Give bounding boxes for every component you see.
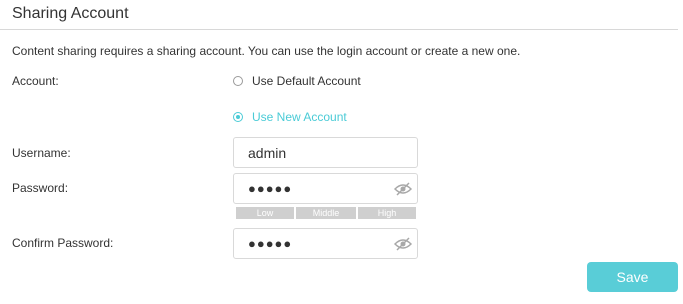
section-title: Sharing Account bbox=[12, 5, 129, 22]
eye-slash-icon[interactable] bbox=[393, 179, 413, 199]
radio-use-new-account[interactable]: Use New Account bbox=[233, 110, 347, 124]
radio-label-default: Use Default Account bbox=[252, 74, 361, 88]
radio-label-new: Use New Account bbox=[252, 110, 347, 124]
strength-middle: Middle bbox=[296, 207, 356, 219]
confirm-password-input[interactable]: ●●●●● bbox=[233, 228, 418, 259]
password-input[interactable]: ●●●●● bbox=[233, 173, 418, 204]
eye-slash-icon[interactable] bbox=[393, 234, 413, 254]
radio-use-default-account[interactable]: Use Default Account bbox=[233, 74, 361, 88]
radio-button-selected-icon[interactable] bbox=[233, 112, 243, 122]
strength-high: High bbox=[358, 207, 416, 219]
save-button[interactable]: Save bbox=[587, 262, 678, 292]
confirm-password-value: ●●●●● bbox=[248, 236, 293, 251]
confirm-password-label: Confirm Password: bbox=[12, 236, 114, 250]
username-input[interactable]: admin bbox=[233, 137, 418, 168]
account-label: Account: bbox=[12, 74, 59, 88]
username-value: admin bbox=[248, 144, 287, 161]
password-strength-meter: Low Middle High bbox=[236, 207, 416, 219]
section-description: Content sharing requires a sharing accou… bbox=[12, 44, 521, 58]
password-label: Password: bbox=[12, 181, 69, 195]
password-value: ●●●●● bbox=[248, 181, 293, 196]
section-divider bbox=[0, 29, 678, 30]
username-label: Username: bbox=[12, 146, 71, 160]
radio-button-icon[interactable] bbox=[233, 76, 243, 86]
strength-low: Low bbox=[236, 207, 294, 219]
